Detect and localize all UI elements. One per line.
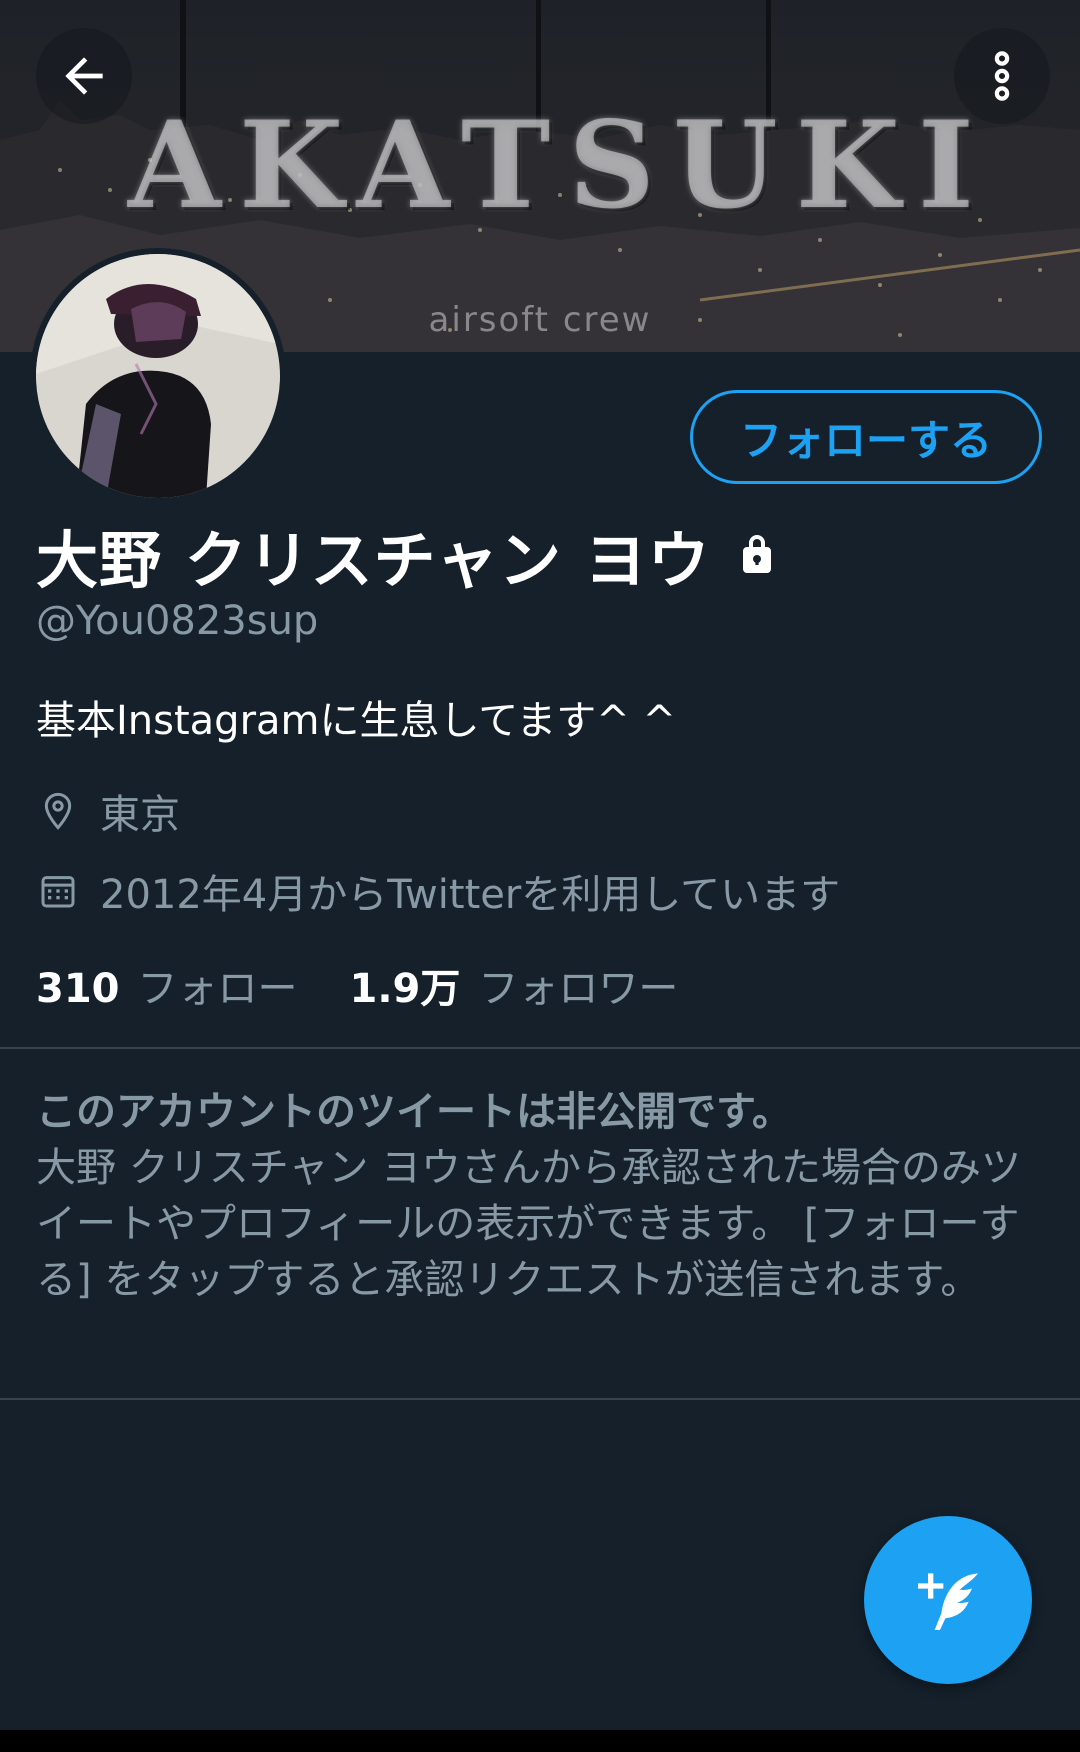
- followers-label[interactable]: フォロワー: [478, 956, 678, 1014]
- compose-tweet-icon: [918, 1573, 978, 1630]
- calendar-icon: [36, 869, 80, 913]
- divider: [0, 1047, 1080, 1049]
- protected-notice-title: このアカウントのツイートは非公開です。: [36, 1089, 792, 1135]
- arrow-left-icon: [65, 57, 103, 95]
- location-text: 東京: [100, 792, 180, 838]
- profile-avatar[interactable]: [30, 248, 286, 504]
- back-button[interactable]: [36, 28, 132, 124]
- display-name: 大野 クリスチャン ヨウ: [36, 524, 711, 597]
- lock-icon: [733, 529, 781, 581]
- profile-name-row: 大野 クリスチャン ヨウ: [36, 510, 781, 600]
- following-label[interactable]: フォロー: [138, 956, 298, 1014]
- profile-joined-date: 2012年4月からTwitterを利用しています: [36, 862, 840, 920]
- location-pin-icon: [36, 789, 80, 833]
- following-count[interactable]: 310: [36, 966, 120, 1012]
- compose-tweet-button[interactable]: [864, 1516, 1032, 1684]
- profile-handle: @You0823sup: [36, 598, 319, 644]
- more-options-button[interactable]: [954, 28, 1050, 124]
- profile-location: 東京: [36, 782, 180, 840]
- more-vertical-icon: [994, 51, 1010, 101]
- protected-notice-body: 大野 クリスチャン ヨウさんから承認された場合のみツイートやプロフィールの表示が…: [36, 1145, 1022, 1303]
- joined-text: 2012年4月からTwitterを利用しています: [100, 872, 841, 918]
- followers-count[interactable]: 1.9万: [350, 956, 461, 1014]
- system-nav-bar: [0, 1730, 1080, 1752]
- protected-tweets-notice: このアカウントのツイートは非公開です。 大野 クリスチャン ヨウさんから承認され…: [36, 1084, 1046, 1308]
- profile-page: AKATSUKI airsoft crew フォローする 大野 クリスチャン ヨ…: [0, 0, 1080, 1752]
- banner-logo-text: AKATSUKI: [127, 95, 993, 236]
- profile-bio: 基本Instagramに生息してます^ ^: [36, 698, 677, 744]
- divider: [0, 1398, 1080, 1400]
- avatar-photo: [36, 254, 280, 498]
- follow-button[interactable]: フォローする: [690, 390, 1042, 484]
- profile-stats: 310 フォロー 1.9万 フォロワー: [36, 956, 730, 1014]
